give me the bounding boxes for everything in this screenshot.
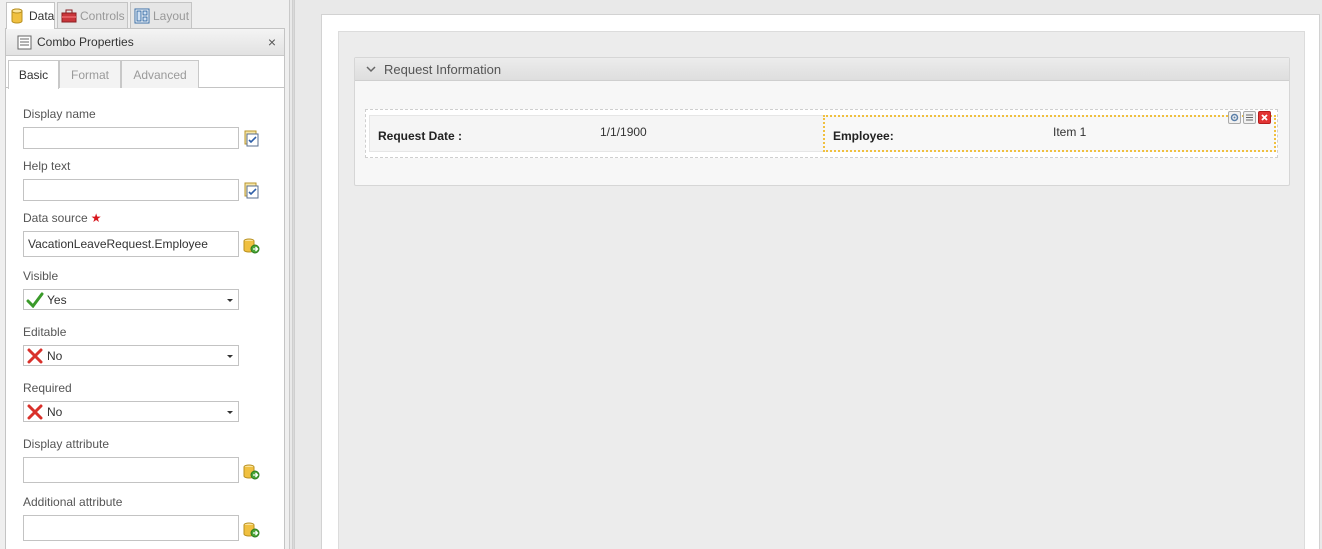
chevron-down-icon [227,299,233,302]
database-picker-icon[interactable] [242,521,260,539]
visible-label: Visible [23,269,59,283]
database-icon [10,8,26,24]
required-label: Required [23,381,72,395]
chevron-down-icon [227,355,233,358]
toolbox-icon [61,8,77,24]
additional-attribute-input[interactable] [23,515,239,541]
close-icon[interactable]: × [268,34,276,50]
data-source-input[interactable] [23,231,239,257]
properties-header: Combo Properties × [6,29,284,56]
help-text-input[interactable] [23,179,239,201]
tab-layout-label: Layout [153,8,190,23]
help-text-label: Help text [23,159,71,173]
chevron-down-icon [227,411,233,414]
database-picker-icon[interactable] [242,463,260,481]
required-select[interactable]: No [23,401,239,422]
cross-icon [26,348,44,364]
data-source-label: Data source ★ [23,211,101,225]
section-title: Request Information [384,61,502,77]
checklist-icon[interactable] [242,130,260,148]
tab-controls[interactable]: Controls [57,2,128,28]
request-information-section[interactable]: Request Information Request Date : 1/1/1… [354,57,1290,186]
design-canvas: Request Information Request Date : 1/1/1… [321,14,1320,549]
request-date-value: 1/1/1900 [600,125,647,139]
display-name-input[interactable] [23,127,239,149]
visible-value: Yes [47,292,67,307]
additional-attribute-label: Additional attribute [23,495,123,509]
data-source-label-text: Data source [23,211,88,225]
tab-format[interactable]: Format [59,60,121,88]
required-star-icon: ★ [90,211,102,225]
tab-controls-label: Controls [80,8,125,23]
request-date-cell[interactable]: Request Date : 1/1/1900 [369,115,824,152]
editable-value: No [47,348,63,363]
settings-gear-icon[interactable] [1228,111,1241,124]
section-row: Request Date : 1/1/1900 Employee: Item 1 [365,109,1278,158]
tab-data[interactable]: Data [6,2,55,29]
section-header[interactable]: Request Information [355,58,1289,81]
properties-list-icon[interactable] [1243,111,1256,124]
request-date-label: Request Date : [378,129,463,143]
database-picker-icon[interactable] [242,237,260,255]
cell-toolbar [1228,111,1271,124]
editable-select[interactable]: No [23,345,239,366]
checklist-icon[interactable] [242,182,260,200]
form-area: Request Information Request Date : 1/1/1… [338,31,1305,549]
tab-layout[interactable]: Layout [130,2,192,28]
check-icon [26,292,44,308]
visible-select[interactable]: Yes [23,289,239,310]
delete-close-icon[interactable] [1258,111,1271,124]
tab-data-label: Data [29,9,55,23]
employee-label: Employee: [833,129,894,143]
properties-tab-strip: Basic Format Advanced [6,56,284,89]
panel-splitter[interactable] [292,0,295,549]
display-name-label: Display name [23,107,96,121]
employee-value: Item 1 [1053,125,1087,139]
tab-basic[interactable]: Basic [8,60,59,89]
editable-label: Editable [23,325,67,339]
layout-icon [134,8,150,24]
properties-title: Combo Properties [37,35,134,49]
combo-properties-panel: Combo Properties × Basic Format Advanced… [5,28,285,549]
display-attribute-input[interactable] [23,457,239,483]
chevron-down-icon[interactable] [365,63,377,75]
properties-form-icon [17,35,32,50]
left-panel: Data Controls Layout Combo Properties × … [0,0,290,549]
top-tab-strip: Data Controls Layout [0,0,290,29]
display-attribute-label: Display attribute [23,437,110,451]
tab-advanced[interactable]: Advanced [121,60,199,88]
required-value: No [47,404,63,419]
cross-icon [26,404,44,420]
employee-cell[interactable]: Employee: Item 1 [823,111,1276,152]
